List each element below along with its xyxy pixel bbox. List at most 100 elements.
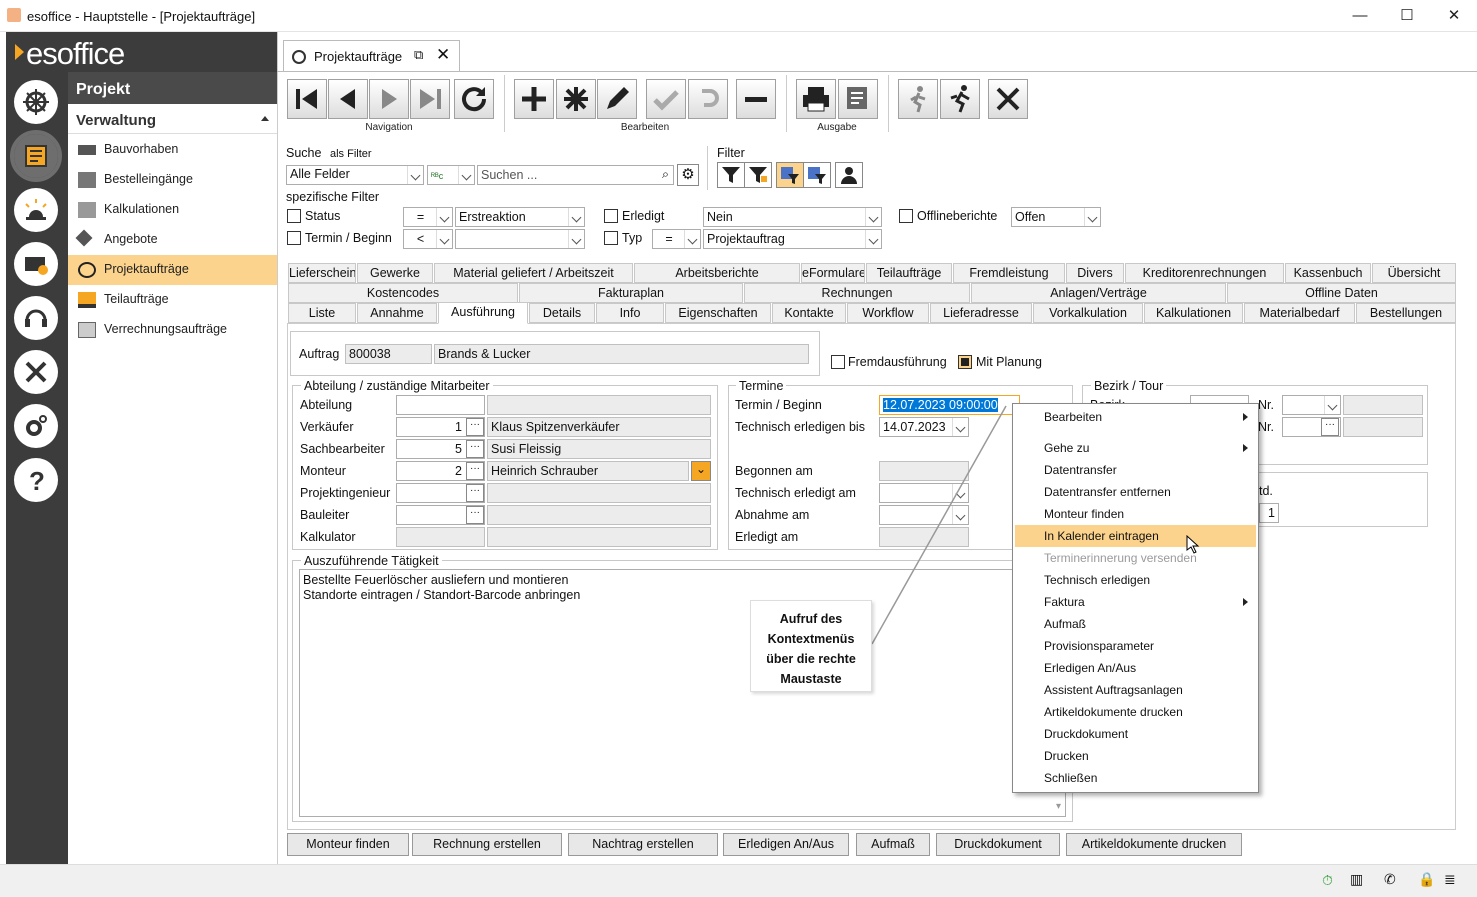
- status-checkbox[interactable]: [287, 209, 301, 223]
- bezirk-nr-select[interactable]: [1282, 395, 1341, 415]
- tab-row3-0[interactable]: Liste: [288, 303, 356, 323]
- nav-item-kalkulationen[interactable]: Kalkulationen: [68, 195, 277, 225]
- print-icon[interactable]: [796, 79, 836, 119]
- bottom-button-5[interactable]: Druckdokument: [936, 833, 1060, 856]
- first-record-button[interactable]: [287, 79, 327, 119]
- mit-planung-checkbox[interactable]: [958, 355, 972, 369]
- bottom-button-3[interactable]: Erledigen An/Aus: [723, 833, 849, 856]
- tab-row2-1[interactable]: Fakturaplan: [519, 283, 743, 303]
- tab-3[interactable]: Arbeitsberichte: [634, 263, 800, 283]
- offline-checkbox[interactable]: [899, 209, 913, 223]
- typ-value-select[interactable]: Projektauftrag: [703, 229, 882, 249]
- nav-item-angebote[interactable]: Angebote: [68, 225, 277, 255]
- copy-new-button[interactable]: [556, 79, 596, 119]
- tab-row3-2[interactable]: Ausführung: [438, 302, 528, 324]
- document-tab[interactable]: Projektaufträge ⧉ ✕: [283, 40, 460, 72]
- auftrag-nr-field[interactable]: 800038: [345, 344, 432, 364]
- typ-checkbox[interactable]: [604, 231, 618, 245]
- tab-row3-10[interactable]: Kalkulationen: [1144, 303, 1243, 323]
- context-menu-item[interactable]: In Kalender eintragen: [1015, 525, 1256, 547]
- tab-4[interactable]: eFormulare: [801, 263, 865, 283]
- support-icon[interactable]: [14, 296, 58, 340]
- typ-operator-select[interactable]: =: [652, 229, 701, 249]
- cancel-button[interactable]: [988, 79, 1028, 119]
- bottom-button-1[interactable]: Rechnung erstellen: [412, 833, 562, 856]
- abteilung-row-name[interactable]: Heinrich Schrauber: [487, 461, 689, 481]
- ellipsis-button[interactable]: ···: [466, 462, 484, 480]
- abteilung-row-name[interactable]: [487, 483, 711, 503]
- ellipsis-button[interactable]: ···: [466, 506, 484, 524]
- tour-name-field[interactable]: [1343, 417, 1423, 437]
- search-input[interactable]: Suchen ... ⌕: [477, 165, 674, 185]
- undo-button[interactable]: [688, 79, 728, 119]
- status-value-select[interactable]: Erstreaktion: [455, 207, 585, 227]
- ellipsis-button[interactable]: ···: [466, 418, 484, 436]
- tour-nr-field[interactable]: ···: [1282, 417, 1341, 437]
- context-menu-item[interactable]: Artikeldokumente drucken: [1015, 701, 1256, 723]
- tab-7[interactable]: Divers: [1066, 263, 1124, 283]
- refresh-button[interactable]: [454, 79, 494, 119]
- offline-value-select[interactable]: Offen: [1011, 207, 1101, 227]
- close-button[interactable]: ✕: [1439, 4, 1469, 28]
- delete-button[interactable]: [736, 79, 776, 119]
- filter-list-icon[interactable]: [776, 162, 804, 188]
- tab-row2-3[interactable]: Anlagen/Verträge: [971, 283, 1226, 303]
- nav-section[interactable]: Verwaltung: [68, 104, 277, 134]
- bottom-button-0[interactable]: Monteur finden: [287, 833, 409, 856]
- abteilung-row-name[interactable]: Klaus Spitzenverkäufer: [487, 417, 711, 437]
- bezirk-name-field[interactable]: [1343, 395, 1423, 415]
- bottom-button-4[interactable]: Aufmaß: [856, 833, 930, 856]
- tab-row3-11[interactable]: Materialbedarf: [1244, 303, 1355, 323]
- popout-icon[interactable]: ⧉: [414, 47, 423, 63]
- report-icon[interactable]: [838, 79, 878, 119]
- filter-grid-icon[interactable]: [803, 162, 831, 188]
- monteur-filter-icon[interactable]: ⌄: [691, 461, 711, 481]
- nav-item-teilauftraege[interactable]: Teilaufträge: [68, 285, 277, 315]
- search-field-select[interactable]: Alle Felder: [286, 165, 424, 185]
- tab-row3-5[interactable]: Eigenschaften: [665, 303, 771, 323]
- context-menu-item[interactable]: Provisionsparameter: [1015, 635, 1256, 657]
- erledigt-value-select[interactable]: Nein: [703, 207, 882, 227]
- tab-5[interactable]: Teilaufträge: [866, 263, 952, 283]
- tab-row3-1[interactable]: Annahme: [357, 303, 437, 323]
- tab-row3-4[interactable]: Info: [596, 303, 664, 323]
- nav-item-projektauftraege[interactable]: Projektaufträge: [68, 255, 277, 285]
- context-menu-item[interactable]: Aufmaß: [1015, 613, 1256, 635]
- timer-icon[interactable]: ⏱: [1322, 872, 1333, 889]
- bottom-button-6[interactable]: Artikeldokumente drucken: [1066, 833, 1242, 856]
- projekt-module-icon[interactable]: [10, 130, 62, 182]
- filter-edit-icon[interactable]: [744, 162, 772, 188]
- new-button[interactable]: [514, 79, 554, 119]
- status-operator-select[interactable]: =: [403, 207, 453, 227]
- finance-icon[interactable]: [14, 242, 58, 286]
- ellipsis-button[interactable]: ···: [466, 440, 484, 458]
- context-menu-item[interactable]: Monteur finden: [1015, 503, 1256, 525]
- tab-row2-4[interactable]: Offline Daten: [1227, 283, 1456, 303]
- context-menu-item[interactable]: Bearbeiten: [1015, 406, 1256, 428]
- prev-record-button[interactable]: [328, 79, 368, 119]
- lock-icon[interactable]: 🔒: [1418, 871, 1435, 888]
- run-icon[interactable]: [940, 79, 980, 119]
- tab-row3-8[interactable]: Lieferadresse: [930, 303, 1032, 323]
- tab-1[interactable]: Gewerke: [357, 263, 433, 283]
- tab-row3-12[interactable]: Bestellungen: [1356, 303, 1456, 323]
- nav-item-verrechnungsauftraege[interactable]: Verrechnungsaufträge: [68, 315, 277, 345]
- context-menu-item[interactable]: Faktura: [1015, 591, 1256, 613]
- next-record-button[interactable]: [369, 79, 409, 119]
- fremdausfuehrung-checkbox[interactable]: [831, 355, 845, 369]
- context-menu-item[interactable]: Gehe zu: [1015, 437, 1256, 459]
- tab-9[interactable]: Kassenbuch: [1285, 263, 1371, 283]
- maximize-button[interactable]: ☐: [1392, 4, 1422, 28]
- tab-8[interactable]: Kreditorenrechnungen: [1125, 263, 1284, 283]
- tab-row3-3[interactable]: Details: [529, 303, 595, 323]
- abteilung-row-num[interactable]: [396, 527, 485, 547]
- termin-value-select[interactable]: [455, 229, 585, 249]
- search-mode-select[interactable]: ᴿᴮc: [427, 165, 475, 185]
- auftrag-name-field[interactable]: Brands & Lucker: [434, 344, 809, 364]
- search-settings-icon[interactable]: ⚙: [677, 164, 699, 186]
- walk-icon[interactable]: [898, 79, 938, 119]
- tab-row2-2[interactable]: Rechnungen: [744, 283, 970, 303]
- termin-operator-select[interactable]: <: [403, 229, 453, 249]
- context-menu-item[interactable]: Datentransfer: [1015, 459, 1256, 481]
- nav-item-bestelleingaenge[interactable]: Bestelleingänge: [68, 165, 277, 195]
